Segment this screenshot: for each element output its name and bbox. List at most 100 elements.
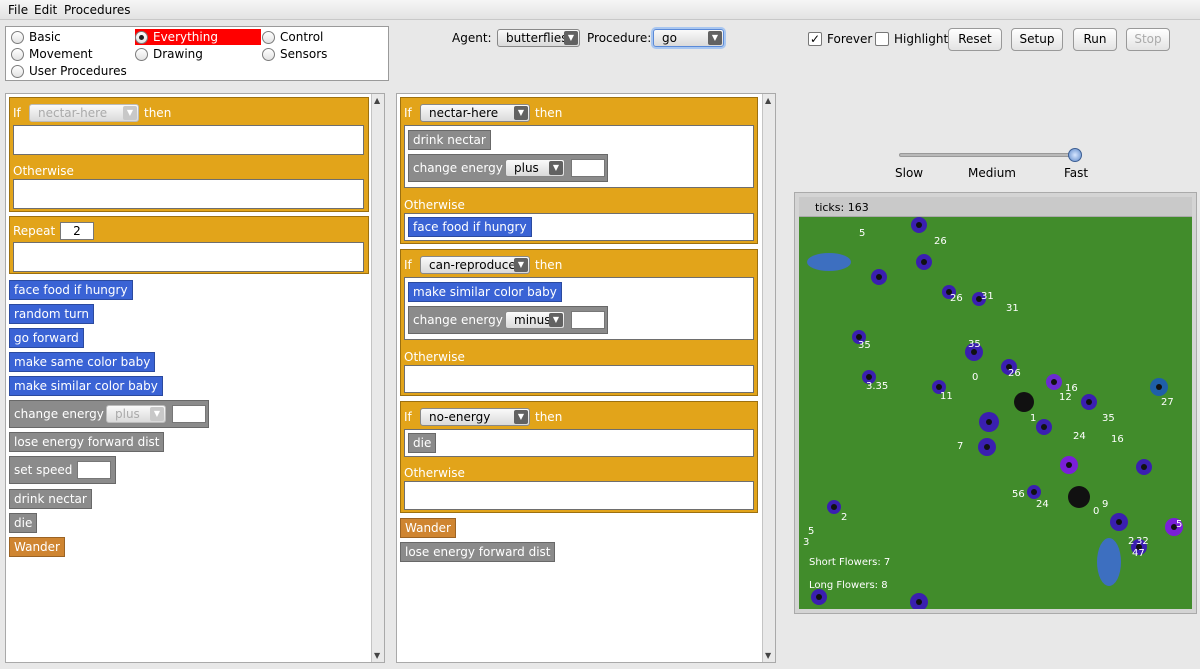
setup-button[interactable]: Setup [1011,28,1063,51]
scroll-up-icon[interactable]: ▲ [374,96,380,105]
palette-wander-block[interactable]: Wander [9,537,65,557]
agent-label: Agent: [452,31,492,45]
turtle-label: 31 [1006,303,1019,314]
turtle-label: 5 [808,526,815,537]
palette-make-same-color-baby-block[interactable]: make same color baby [9,352,156,372]
if-reproduce-condition-select[interactable]: can-reproduce ▼ [420,256,530,274]
category-selector: Basic Everything Control Movement Drawin… [5,26,389,81]
reset-button[interactable]: Reset [948,28,1002,51]
if-reproduce-otherwise-slot[interactable] [404,365,754,393]
program-if-reproduce-block[interactable]: If can-reproduce ▼ then make similar colo… [400,249,758,396]
if-nectar-then-slot[interactable]: drink nectar change energy plus ▼ 15 [404,125,754,188]
if-nectar-condition-select[interactable]: nectar-here ▼ [420,104,530,122]
palette-repeat-count[interactable]: 2 [60,222,94,240]
category-control[interactable]: Control [262,29,323,45]
chevron-down-icon: ▼ [514,258,528,272]
turtle-label: 26 [934,236,947,247]
category-drawing[interactable]: Drawing [135,46,203,62]
palette-if-condition[interactable]: nectar-here ▼ [29,104,139,122]
program-scrollbar[interactable]: ▲ ▼ [762,94,775,662]
palette-go-forward-block[interactable]: go forward [9,328,84,348]
palette-otherwise-slot[interactable] [13,179,364,209]
chevron-down-icon: ▼ [150,407,164,421]
lose-energy-block[interactable]: lose energy forward dist [400,542,556,562]
category-sensors[interactable]: Sensors [262,46,327,62]
scroll-down-icon[interactable]: ▼ [765,651,771,660]
menu-edit[interactable]: Edit [34,3,57,17]
chevron-down-icon: ▼ [514,106,528,120]
category-user-procedures[interactable]: User Procedures [11,63,127,79]
category-everything[interactable]: Everything [135,29,261,45]
change-energy-value-input[interactable]: 15 [571,159,605,177]
palette-change-energy-value[interactable]: 1 [172,405,206,423]
change-energy-op-select[interactable]: minus ▼ [505,311,565,329]
palette-drink-nectar-block[interactable]: drink nectar [9,489,92,509]
if-reproduce-then-slot[interactable]: make similar color baby change energy mi… [404,277,754,340]
highlight-label: Highlight [894,32,949,46]
if-nectar-otherwise-slot[interactable]: face food if hungry [404,213,754,241]
palette-set-speed-value[interactable]: 1 [77,461,111,479]
procedure-label: Procedure: [587,31,652,45]
palette-change-energy-block[interactable]: change energy plus ▼ 1 [9,400,209,428]
palette-lose-energy-block[interactable]: lose energy forward dist [9,432,165,452]
short-flowers-label: Short Flowers: 7 [809,557,891,568]
turtle-label: 47 [1132,548,1145,559]
change-energy-block[interactable]: change energy plus ▼ 15 [408,154,608,182]
palette-if-block[interactable]: If nectar-here ▼ then Otherwise [9,97,369,212]
radio-icon [262,30,275,44]
if-no-energy-condition-select[interactable]: no-energy ▼ [420,408,530,426]
ticks-label: ticks: 163 [815,201,869,214]
turtle-label: 24 [1073,431,1086,442]
program-if-nectar-block[interactable]: If nectar-here ▼ then drink nectar change… [400,97,758,244]
palette-face-food-block[interactable]: face food if hungry [9,280,133,300]
radio-icon [11,64,24,78]
block-palette: ▲ ▼ If nectar-here ▼ then Otherwise Repea… [5,93,385,663]
palette-die-block[interactable]: die [9,513,38,533]
die-block[interactable]: die [408,433,437,453]
palette-random-turn-block[interactable]: random turn [9,304,94,324]
run-button[interactable]: Run [1073,28,1117,51]
palette-change-energy-op[interactable]: plus ▼ [106,405,166,423]
chevron-down-icon: ▼ [123,106,137,120]
agent-select[interactable]: butterflies ▼ [497,29,580,47]
scroll-up-icon[interactable]: ▲ [765,96,771,105]
drink-nectar-block[interactable]: drink nectar [408,130,491,150]
turtle-label: 31 [981,291,994,302]
forever-checkbox[interactable]: ✓ [808,32,822,46]
scroll-down-icon[interactable]: ▼ [374,651,380,660]
category-basic[interactable]: Basic [11,29,61,45]
if-no-energy-then-slot[interactable]: die [404,429,754,457]
turtle-label: 11 [940,391,953,402]
palette-repeat-block[interactable]: Repeat 2 [9,216,369,274]
face-food-block[interactable]: face food if hungry [408,217,532,237]
change-energy-op-select[interactable]: plus ▼ [505,159,565,177]
turtle-label: 2 [841,512,848,523]
palette-set-speed-block[interactable]: set speed 1 [9,456,116,484]
speed-slider-thumb[interactable] [1068,148,1082,162]
change-energy-block[interactable]: change energy minus ▼ 1 [408,306,608,334]
category-movement[interactable]: Movement [11,46,93,62]
turtle-label: 0 [972,372,979,383]
turtle-label: 5 [1176,519,1183,530]
turtle-label: 16 [1111,434,1124,445]
procedure-select[interactable]: go ▼ [653,29,724,47]
palette-repeat-slot[interactable] [13,242,364,272]
palette-scrollbar[interactable]: ▲ ▼ [371,94,384,662]
if-no-energy-otherwise-slot[interactable] [404,481,754,510]
make-similar-color-baby-block[interactable]: make similar color baby [408,282,562,302]
ticks-bar: ticks: 163 [799,197,1192,217]
wander-block[interactable]: Wander [400,518,456,538]
highlight-checkbox[interactable] [875,32,889,46]
radio-icon [11,47,24,61]
radio-selected-icon [135,30,148,44]
program-if-no-energy-block[interactable]: If no-energy ▼ then die Otherwise [400,401,758,513]
stop-button[interactable]: Stop [1126,28,1170,51]
turtle-label: 9 [1102,499,1109,510]
turtle-label: 3 [803,537,810,548]
palette-then-slot[interactable] [13,125,364,155]
menu-file[interactable]: File [8,3,28,17]
menu-procedures[interactable]: Procedures [64,3,131,17]
change-energy-value-input[interactable]: 1 [571,311,605,329]
speed-slider-track[interactable] [899,153,1076,157]
palette-make-similar-color-baby-block[interactable]: make similar color baby [9,376,163,396]
